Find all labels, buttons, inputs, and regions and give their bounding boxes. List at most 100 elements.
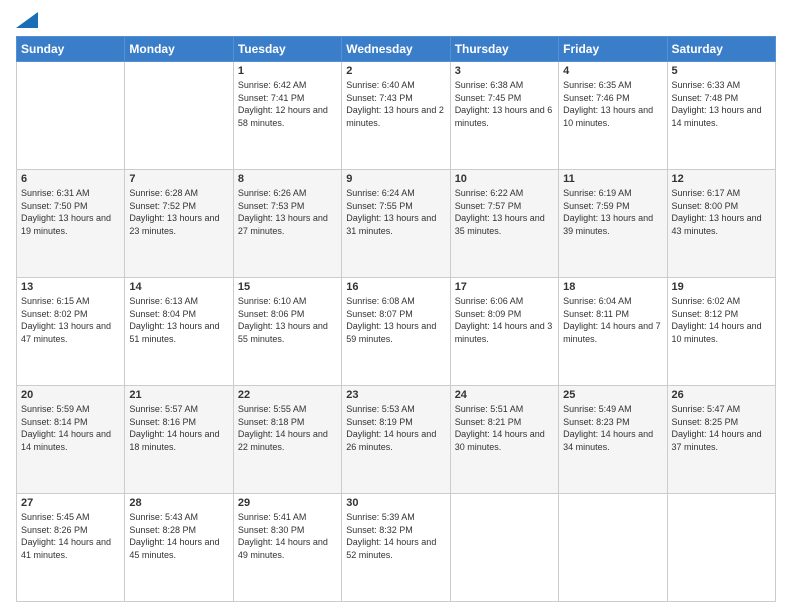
calendar-cell: 19Sunrise: 6:02 AM Sunset: 8:12 PM Dayli… [667,278,775,386]
day-number: 27 [21,497,120,509]
day-info: Sunrise: 5:59 AM Sunset: 8:14 PM Dayligh… [21,403,120,453]
calendar-week-0: 1 Sunrise: 6:42 AM Sunset: 7:41 PM Daylig… [17,62,776,170]
day-number: 26 [672,389,771,401]
day-number: 8 [238,173,337,185]
calendar-cell: 2 Sunrise: 6:40 AM Sunset: 7:43 PM Daylig… [342,62,450,170]
day-number: 6 [21,173,120,185]
day-info: Sunrise: 6:40 AM Sunset: 7:43 PM Dayligh… [346,79,445,129]
day-info: Sunrise: 5:43 AM Sunset: 8:28 PM Dayligh… [129,511,228,561]
logo [16,12,38,28]
day-info: Sunrise: 6:08 AM Sunset: 8:07 PM Dayligh… [346,295,445,345]
calendar-cell: 4 Sunrise: 6:35 AM Sunset: 7:46 PM Daylig… [559,62,667,170]
calendar-cell: 13Sunrise: 6:15 AM Sunset: 8:02 PM Dayli… [17,278,125,386]
day-info: Sunrise: 5:45 AM Sunset: 8:26 PM Dayligh… [21,511,120,561]
calendar-week-3: 20 Sunrise: 5:59 AM Sunset: 8:14 PM Dayli… [17,386,776,494]
calendar-cell: 17 Sunrise: 6:06 AM Sunset: 8:09 PM Dayli… [450,278,558,386]
day-info: Sunrise: 6:04 AM Sunset: 8:11 PM Dayligh… [563,295,662,345]
calendar-header-sunday: Sunday [17,37,125,62]
day-number: 17 [455,281,554,293]
calendar-header-friday: Friday [559,37,667,62]
calendar-header-wednesday: Wednesday [342,37,450,62]
day-number: 29 [238,497,337,509]
day-number: 20 [21,389,120,401]
day-number: 12 [672,173,771,185]
calendar-cell: 25 Sunrise: 5:49 AM Sunset: 8:23 PM Dayli… [559,386,667,494]
day-info: Sunrise: 6:15 AM Sunset: 8:02 PM Dayligh… [21,295,120,345]
day-info: Sunrise: 6:42 AM Sunset: 7:41 PM Dayligh… [238,79,337,129]
calendar-header-saturday: Saturday [667,37,775,62]
page: SundayMondayTuesdayWednesdayThursdayFrid… [0,0,792,612]
calendar-header-row: SundayMondayTuesdayWednesdayThursdayFrid… [17,37,776,62]
calendar-table: SundayMondayTuesdayWednesdayThursdayFrid… [16,36,776,602]
calendar-cell: 15Sunrise: 6:10 AM Sunset: 8:06 PM Dayli… [233,278,341,386]
day-info: Sunrise: 5:47 AM Sunset: 8:25 PM Dayligh… [672,403,771,453]
day-number: 9 [346,173,445,185]
day-number: 21 [129,389,228,401]
day-info: Sunrise: 6:19 AM Sunset: 7:59 PM Dayligh… [563,187,662,237]
calendar-cell: 10 Sunrise: 6:22 AM Sunset: 7:57 PM Dayli… [450,170,558,278]
calendar-cell: 6 Sunrise: 6:31 AM Sunset: 7:50 PM Daylig… [17,170,125,278]
day-info: Sunrise: 6:33 AM Sunset: 7:48 PM Dayligh… [672,79,771,129]
day-number: 7 [129,173,228,185]
day-number: 30 [346,497,445,509]
calendar-cell: 27 Sunrise: 5:45 AM Sunset: 8:26 PM Dayli… [17,494,125,602]
day-number: 10 [455,173,554,185]
calendar-cell: 29Sunrise: 5:41 AM Sunset: 8:30 PM Dayli… [233,494,341,602]
calendar-cell [559,494,667,602]
calendar-cell: 21 Sunrise: 5:57 AM Sunset: 8:16 PM Dayli… [125,386,233,494]
calendar-cell: 18 Sunrise: 6:04 AM Sunset: 8:11 PM Dayli… [559,278,667,386]
day-info: Sunrise: 5:57 AM Sunset: 8:16 PM Dayligh… [129,403,228,453]
calendar-cell: 24Sunrise: 5:51 AM Sunset: 8:21 PM Dayli… [450,386,558,494]
calendar-cell: 5 Sunrise: 6:33 AM Sunset: 7:48 PM Daylig… [667,62,775,170]
calendar-week-1: 6 Sunrise: 6:31 AM Sunset: 7:50 PM Daylig… [17,170,776,278]
calendar-cell: 23 Sunrise: 5:53 AM Sunset: 8:19 PM Dayli… [342,386,450,494]
day-number: 11 [563,173,662,185]
calendar-cell: 8Sunrise: 6:26 AM Sunset: 7:53 PM Daylig… [233,170,341,278]
day-info: Sunrise: 6:38 AM Sunset: 7:45 PM Dayligh… [455,79,554,129]
calendar-week-4: 27 Sunrise: 5:45 AM Sunset: 8:26 PM Dayli… [17,494,776,602]
calendar-cell: 11 Sunrise: 6:19 AM Sunset: 7:59 PM Dayli… [559,170,667,278]
calendar-cell [125,62,233,170]
day-number: 18 [563,281,662,293]
day-info: Sunrise: 5:49 AM Sunset: 8:23 PM Dayligh… [563,403,662,453]
calendar-cell: 3 Sunrise: 6:38 AM Sunset: 7:45 PM Daylig… [450,62,558,170]
calendar-cell: 20 Sunrise: 5:59 AM Sunset: 8:14 PM Dayli… [17,386,125,494]
day-info: Sunrise: 6:28 AM Sunset: 7:52 PM Dayligh… [129,187,228,237]
day-info: Sunrise: 6:24 AM Sunset: 7:55 PM Dayligh… [346,187,445,237]
day-number: 4 [563,65,662,77]
day-number: 23 [346,389,445,401]
calendar-week-2: 13Sunrise: 6:15 AM Sunset: 8:02 PM Dayli… [17,278,776,386]
day-info: Sunrise: 5:53 AM Sunset: 8:19 PM Dayligh… [346,403,445,453]
day-number: 16 [346,281,445,293]
day-info: Sunrise: 6:02 AM Sunset: 8:12 PM Dayligh… [672,295,771,345]
calendar-cell: 14Sunrise: 6:13 AM Sunset: 8:04 PM Dayli… [125,278,233,386]
day-number: 22 [238,389,337,401]
day-number: 15 [238,281,337,293]
day-info: Sunrise: 5:55 AM Sunset: 8:18 PM Dayligh… [238,403,337,453]
day-number: 2 [346,65,445,77]
calendar-cell [667,494,775,602]
day-number: 3 [455,65,554,77]
calendar-header-tuesday: Tuesday [233,37,341,62]
day-info: Sunrise: 6:17 AM Sunset: 8:00 PM Dayligh… [672,187,771,237]
calendar-cell: 16 Sunrise: 6:08 AM Sunset: 8:07 PM Dayli… [342,278,450,386]
calendar-header-thursday: Thursday [450,37,558,62]
day-info: Sunrise: 5:51 AM Sunset: 8:21 PM Dayligh… [455,403,554,453]
day-info: Sunrise: 6:22 AM Sunset: 7:57 PM Dayligh… [455,187,554,237]
calendar-cell: 7 Sunrise: 6:28 AM Sunset: 7:52 PM Daylig… [125,170,233,278]
calendar-header-monday: Monday [125,37,233,62]
day-number: 5 [672,65,771,77]
calendar-cell [450,494,558,602]
calendar-cell: 1 Sunrise: 6:42 AM Sunset: 7:41 PM Daylig… [233,62,341,170]
day-number: 25 [563,389,662,401]
calendar-cell: 12 Sunrise: 6:17 AM Sunset: 8:00 PM Dayli… [667,170,775,278]
calendar-cell [17,62,125,170]
calendar-cell: 9 Sunrise: 6:24 AM Sunset: 7:55 PM Daylig… [342,170,450,278]
day-info: Sunrise: 6:31 AM Sunset: 7:50 PM Dayligh… [21,187,120,237]
day-number: 14 [129,281,228,293]
day-info: Sunrise: 6:06 AM Sunset: 8:09 PM Dayligh… [455,295,554,345]
day-number: 1 [238,65,337,77]
day-info: Sunrise: 6:35 AM Sunset: 7:46 PM Dayligh… [563,79,662,129]
calendar-cell: 30Sunrise: 5:39 AM Sunset: 8:32 PM Dayli… [342,494,450,602]
day-number: 28 [129,497,228,509]
